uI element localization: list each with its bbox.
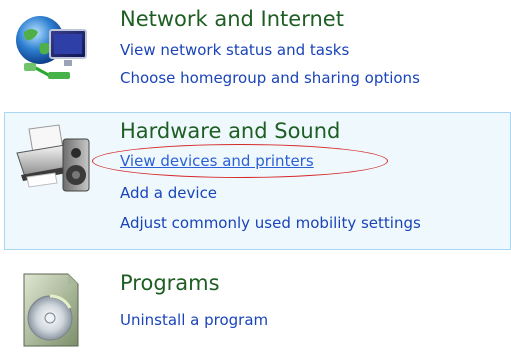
network-globe-icon[interactable] [10, 8, 94, 92]
category-title[interactable]: Network and Internet [120, 6, 344, 32]
category-network-and-internet: Network and Internet View network status… [0, 0, 511, 100]
category-title[interactable]: Hardware and Sound [120, 118, 340, 144]
choose-homegroup-link[interactable]: Choose homegroup and sharing options [120, 68, 420, 88]
view-network-status-link[interactable]: View network status and tasks [120, 40, 349, 60]
mobility-settings-link[interactable]: Adjust commonly used mobility settings [120, 213, 421, 233]
add-a-device-link[interactable]: Add a device [120, 183, 217, 203]
category-hardware-and-sound: Hardware and Sound View devices and prin… [4, 112, 511, 250]
category-programs: Programs Uninstall a program [0, 262, 511, 347]
category-title[interactable]: Programs [120, 270, 220, 296]
programs-disc-icon[interactable] [10, 266, 94, 350]
printer-speaker-icon[interactable] [13, 119, 97, 203]
view-devices-and-printers-link[interactable]: View devices and printers [120, 151, 314, 171]
uninstall-a-program-link[interactable]: Uninstall a program [120, 310, 268, 330]
